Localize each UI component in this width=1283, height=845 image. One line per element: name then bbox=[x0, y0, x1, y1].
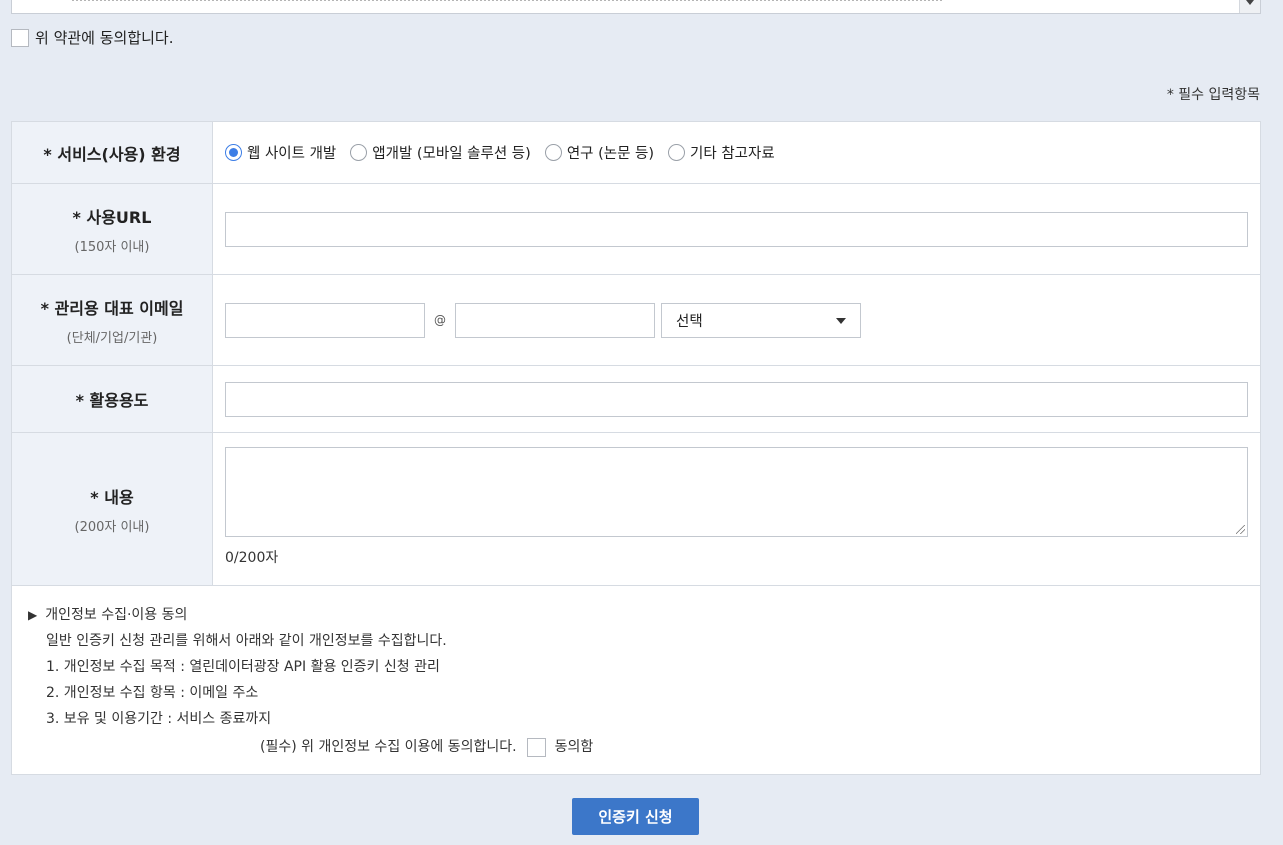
email-domain-select[interactable]: 선택 bbox=[661, 302, 861, 338]
application-form: * 서비스(사용) 환경 웹 사이트 개발 앱개발 (모바일 솔루션 등) 연구… bbox=[11, 121, 1261, 775]
radio-option-research[interactable]: 연구 (논문 등) bbox=[544, 142, 655, 163]
row-url: * 사용URL (150자 이내) bbox=[12, 184, 1260, 275]
label-service-env-text: * 서비스(사용) 환경 bbox=[43, 144, 181, 164]
radio-unchecked-icon[interactable] bbox=[544, 144, 562, 161]
label-content-sub: (200자 이내) bbox=[74, 519, 150, 535]
privacy-consent-label[interactable]: 동의함 bbox=[555, 734, 594, 760]
label-url: * 사용URL (150자 이내) bbox=[12, 184, 213, 274]
scroll-down-arrow-icon[interactable] bbox=[1239, 0, 1260, 13]
label-url-sub: (150자 이내) bbox=[74, 239, 150, 255]
privacy-consent-section: ▶ 개인정보 수집·이용 동의 일반 인증키 신청 관리를 위해서 아래와 같이… bbox=[12, 586, 1260, 774]
label-email: * 관리용 대표 이메일 (단체/기업/기관) bbox=[12, 275, 213, 365]
label-content: * 내용 (200자 이내) bbox=[12, 433, 213, 585]
triangle-right-icon: ▶ bbox=[28, 608, 38, 622]
terms-text-cutoff bbox=[72, 0, 942, 4]
required-note: * 필수 입력항목 bbox=[1166, 87, 1260, 103]
label-purpose: * 활용용도 bbox=[12, 366, 213, 432]
terms-textarea[interactable] bbox=[11, 0, 1261, 14]
radio-option-etc[interactable]: 기타 참고자료 bbox=[668, 142, 775, 163]
char-counter: 0/200자 bbox=[225, 550, 279, 566]
terms-agree-row[interactable]: 위 약관에 동의합니다. bbox=[11, 27, 174, 48]
radio-unchecked-icon[interactable] bbox=[350, 144, 368, 161]
email-local-input[interactable] bbox=[225, 302, 425, 338]
email-domain-input[interactable] bbox=[455, 302, 655, 338]
row-email: * 관리용 대표 이메일 (단체/기업/기관) @ 선택 bbox=[12, 275, 1260, 366]
purpose-input[interactable] bbox=[225, 381, 1248, 417]
label-email-text: * 관리용 대표 이메일 bbox=[40, 298, 184, 318]
label-url-text: * 사용URL bbox=[72, 207, 152, 227]
privacy-line: 2. 개인정보 수집 항목 : 이메일 주소 bbox=[46, 685, 259, 701]
radio-option-app[interactable]: 앱개발 (모바일 솔루션 등) bbox=[350, 142, 531, 163]
terms-agree-checkbox[interactable] bbox=[11, 28, 29, 47]
terms-agree-label: 위 약관에 동의합니다. bbox=[35, 29, 174, 47]
privacy-consent-row: (필수) 위 개인정보 수집 이용에 동의합니다. 동의함 bbox=[260, 734, 1244, 760]
label-purpose-text: * 활용용도 bbox=[75, 391, 149, 410]
label-service-env: * 서비스(사용) 환경 bbox=[12, 122, 213, 183]
radio-label: 앱개발 (모바일 솔루션 등) bbox=[372, 146, 531, 162]
label-content-text: * 내용 bbox=[90, 487, 134, 507]
radio-unchecked-icon[interactable] bbox=[668, 144, 686, 161]
at-sign: @ bbox=[434, 313, 446, 327]
privacy-title: 개인정보 수집·이용 동의 bbox=[45, 607, 188, 623]
radio-option-web[interactable]: 웹 사이트 개발 bbox=[225, 142, 336, 163]
privacy-line: 일반 인증키 신청 관리를 위해서 아래와 같이 개인정보를 수집합니다. bbox=[46, 633, 447, 649]
chevron-down-icon bbox=[836, 317, 846, 324]
row-content: * 내용 (200자 이내) 0/200자 bbox=[12, 433, 1260, 586]
radio-checked-icon[interactable] bbox=[225, 144, 242, 161]
privacy-consent-checkbox[interactable] bbox=[526, 737, 546, 757]
row-purpose: * 활용용도 bbox=[12, 366, 1260, 433]
select-value: 선택 bbox=[676, 313, 703, 330]
request-key-button[interactable]: 인증키 신청 bbox=[572, 798, 699, 835]
service-env-radio-group: 웹 사이트 개발 앱개발 (모바일 솔루션 등) 연구 (논문 등) 기타 참고… bbox=[225, 142, 789, 163]
resize-grip-icon[interactable] bbox=[1236, 525, 1245, 534]
privacy-line: 1. 개인정보 수집 목적 : 열린데이터광장 API 활용 인증키 신청 관리 bbox=[46, 659, 440, 675]
radio-label: 연구 (논문 등) bbox=[566, 146, 655, 162]
label-email-sub: (단체/기업/기관) bbox=[66, 330, 158, 346]
url-input[interactable] bbox=[225, 211, 1248, 247]
radio-label: 기타 참고자료 bbox=[690, 146, 775, 162]
row-service-env: * 서비스(사용) 환경 웹 사이트 개발 앱개발 (모바일 솔루션 등) 연구… bbox=[12, 122, 1260, 184]
content-textarea[interactable] bbox=[225, 447, 1248, 537]
privacy-line: 3. 보유 및 이용기간 : 서비스 종료까지 bbox=[46, 711, 272, 727]
privacy-consent-text: (필수) 위 개인정보 수집 이용에 동의합니다. bbox=[260, 739, 517, 755]
radio-label: 웹 사이트 개발 bbox=[247, 146, 337, 162]
